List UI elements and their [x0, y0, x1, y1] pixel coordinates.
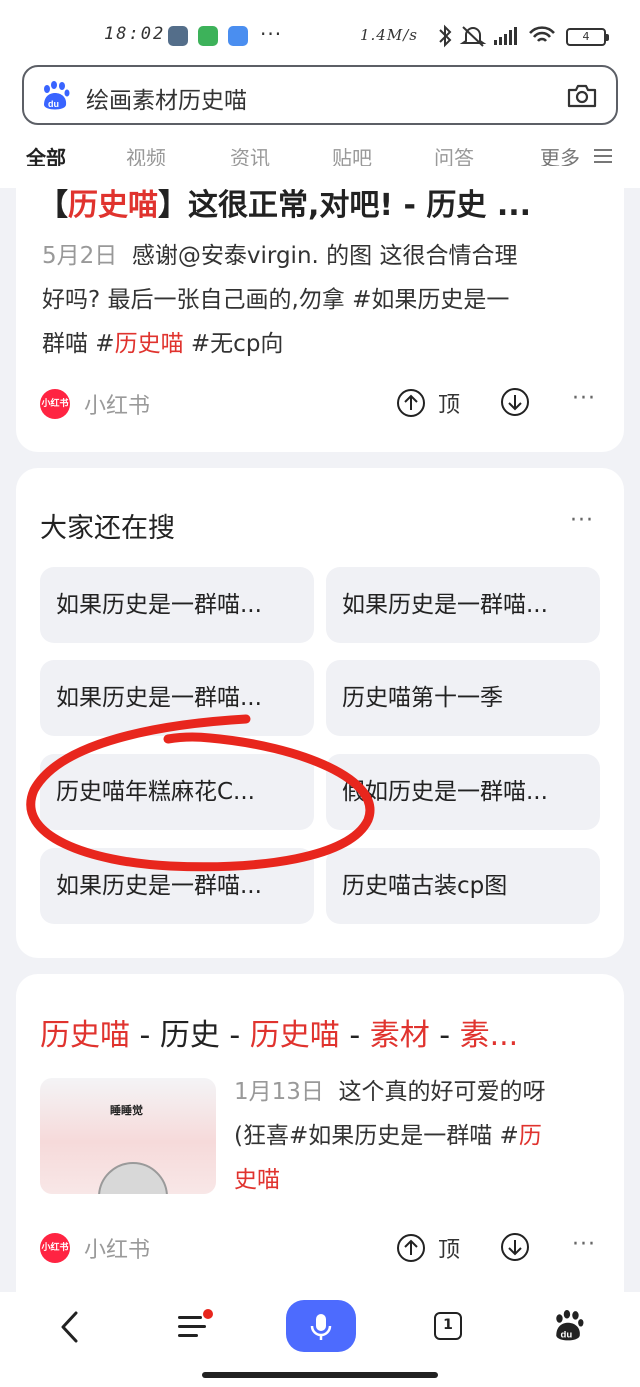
related-search-chip[interactable]: 历史喵古装cp图 — [326, 848, 600, 924]
result-title[interactable]: 【历史喵】这很正常,对吧! - 历史 ... — [38, 180, 531, 224]
source-name: 小红书 — [84, 1238, 151, 1263]
baidu-home-paw-icon[interactable]: du — [552, 1310, 584, 1342]
related-search-chip[interactable]: 如果历史是一群喵... — [326, 567, 600, 643]
upvote-label: 顶 — [438, 1238, 461, 1263]
menu-list-icon[interactable] — [176, 1308, 216, 1342]
status-bar: 18:02 ··· 1.4M/s 4 — [0, 0, 640, 60]
settings-app-icon — [168, 26, 188, 46]
result-thumbnail[interactable]: 睡睡觉 — [40, 1078, 216, 1194]
more-options-icon[interactable]: ··· — [572, 1232, 596, 1257]
upvote-label: 顶 — [438, 393, 461, 418]
upvote-button[interactable]: 顶 — [396, 1232, 460, 1264]
related-search-chip[interactable]: 假如历史是一群喵... — [326, 754, 600, 830]
arrow-up-circle-icon — [397, 389, 425, 417]
more-options-icon[interactable]: ··· — [570, 508, 594, 533]
signal-icon — [494, 27, 517, 45]
search-query: 绘画素材历史喵 — [86, 88, 247, 114]
xiaohongshu-logo-icon: 小红书 — [40, 1233, 70, 1263]
baidu-paw-logo-icon: du — [44, 81, 70, 110]
source-name: 小红书 — [84, 394, 151, 419]
result-snippet: 5月2日 感谢@安泰virgin. 的图 这很合情合理 好吗? 最后一张自己画的… — [42, 243, 518, 357]
downvote-arrow-down-circle-icon[interactable] — [500, 387, 530, 417]
thumbnail-caption: 睡睡觉 — [110, 1104, 143, 1117]
voice-search-button[interactable] — [286, 1300, 356, 1352]
mute-bell-icon — [459, 26, 487, 47]
back-chevron-icon[interactable] — [58, 1310, 82, 1344]
related-search-chip[interactable]: 如果历史是一群喵... — [40, 567, 314, 643]
camera-icon[interactable] — [566, 81, 598, 111]
upvote-button[interactable]: 顶 — [396, 387, 460, 419]
network-speed: 1.4M/s — [360, 26, 418, 44]
result-card[interactable]: 历史喵 - 历史 - 历史喵 - 素材 - 素... 睡睡觉 1月13日 这个真… — [16, 974, 624, 1292]
more-options-icon[interactable]: ··· — [572, 386, 596, 411]
svg-text:du: du — [561, 1330, 573, 1341]
hamburger-menu-icon[interactable] — [594, 148, 612, 164]
result-date: 1月13日 — [234, 1079, 324, 1105]
arrow-up-circle-icon — [397, 1234, 425, 1262]
bluetooth-icon — [439, 24, 452, 48]
result-source[interactable]: 小红书 小红书 — [40, 1232, 150, 1264]
svg-text:du: du — [48, 99, 59, 109]
result-card[interactable]: 【历史喵】这很正常,对吧! - 历史 ... 5月2日 感谢@安泰virgin.… — [16, 166, 624, 452]
status-time: 18:02 — [104, 24, 166, 44]
wifi-icon — [529, 26, 555, 42]
related-searches-heading: 大家还在搜 — [40, 513, 175, 544]
related-search-chip[interactable]: 历史喵第十一季 — [326, 660, 600, 736]
related-search-chip[interactable]: 如果历史是一群喵... — [40, 848, 314, 924]
result-source[interactable]: 小红书 小红书 — [40, 388, 150, 420]
home-indicator[interactable] — [202, 1372, 438, 1378]
status-icons — [439, 24, 555, 48]
related-search-chip[interactable]: 历史喵年糕麻花C... — [40, 754, 314, 830]
related-search-chip[interactable]: 如果历史是一群喵... — [40, 660, 314, 736]
result-snippet: 1月13日 这个真的好可爱的呀 (狂喜#如果历史是一群喵 #历 史喵 — [234, 1079, 546, 1193]
related-searches-card: 大家还在搜 ··· 如果历史是一群喵... 如果历史是一群喵... 如果历史是一… — [16, 468, 624, 958]
tabs-count-button[interactable]: 1 — [434, 1312, 462, 1340]
status-more-dots: ··· — [260, 22, 283, 46]
shield-app-icon — [198, 26, 218, 46]
result-title[interactable]: 历史喵 - 历史 - 历史喵 - 素材 - 素... — [40, 1010, 518, 1054]
search-input[interactable]: du 绘画素材历史喵 — [22, 65, 618, 125]
microphone-icon — [310, 1314, 332, 1340]
battery-icon: 4 — [566, 28, 609, 46]
downvote-arrow-down-circle-icon[interactable] — [500, 1232, 530, 1262]
cat-illustration — [98, 1162, 168, 1194]
chat-app-icon — [228, 26, 248, 46]
bottom-navigation: 1 du — [0, 1292, 640, 1387]
xiaohongshu-logo-icon: 小红书 — [40, 389, 70, 419]
result-date: 5月2日 — [42, 243, 118, 269]
